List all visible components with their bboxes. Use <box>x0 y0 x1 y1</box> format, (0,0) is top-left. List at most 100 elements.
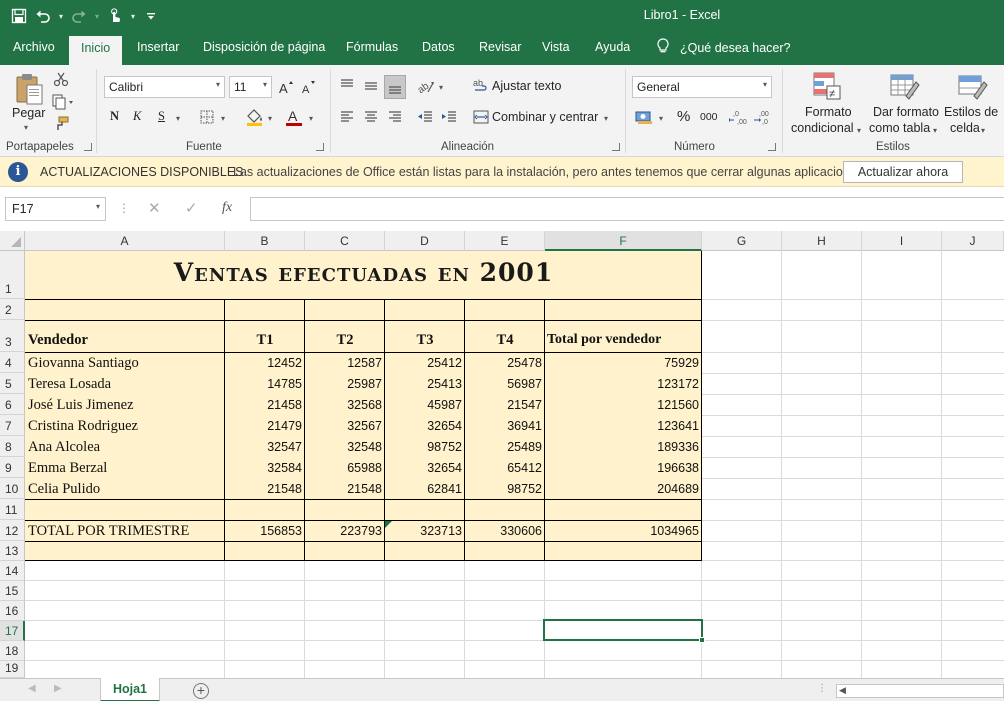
decrease-indent-icon[interactable] <box>416 108 434 126</box>
row-header-13[interactable]: 13 <box>0 541 25 561</box>
underline-dropdown-icon[interactable]: ▾ <box>176 110 180 124</box>
row-header-15[interactable]: 15 <box>0 581 25 601</box>
horizontal-scrollbar[interactable]: ◀ <box>836 684 1004 698</box>
accounting-format-icon[interactable] <box>634 107 656 127</box>
copy-icon[interactable] <box>50 93 76 111</box>
alignment-dialog-launcher-icon[interactable] <box>612 143 620 151</box>
conditional-format-label-1[interactable]: Formato <box>805 105 852 119</box>
number-format-select[interactable]: General ▾ <box>632 76 772 98</box>
align-center-icon[interactable] <box>362 108 380 126</box>
row-header-18[interactable]: 18 <box>0 641 25 661</box>
format-as-table-dropdown-icon[interactable]: ▾ <box>933 122 937 136</box>
column-header-j[interactable]: J <box>942 231 1004 251</box>
column-header-g[interactable]: G <box>702 231 782 251</box>
scroll-sheets-right-icon[interactable]: ▶ <box>54 683 62 694</box>
update-now-button[interactable]: Actualizar ahora <box>843 161 963 183</box>
error-indicator-icon[interactable] <box>385 521 392 528</box>
tab-splitter-icon[interactable]: ⋮ <box>817 683 827 694</box>
select-all-button[interactable] <box>0 231 25 251</box>
format-as-table-icon[interactable] <box>887 69 921 103</box>
row-header-6[interactable]: 6 <box>0 394 25 415</box>
column-header-d[interactable]: D <box>385 231 465 251</box>
tab-ayuda[interactable]: Ayuda <box>595 40 630 54</box>
accounting-dropdown-icon[interactable]: ▾ <box>659 110 663 124</box>
tab-formulas[interactable]: Fórmulas <box>346 40 398 54</box>
decrease-font-size-icon[interactable]: A <box>300 77 318 97</box>
fill-handle[interactable] <box>699 637 705 643</box>
align-right-icon[interactable] <box>386 108 404 126</box>
format-painter-icon[interactable] <box>52 115 70 133</box>
column-header-b[interactable]: B <box>225 231 305 251</box>
merge-center-icon[interactable] <box>472 108 490 126</box>
name-box-dropdown-icon[interactable]: ▾ <box>96 202 100 211</box>
paste-button-label[interactable]: Pegar <box>12 106 45 120</box>
fill-color-dropdown-icon[interactable]: ▾ <box>268 110 272 124</box>
tab-vista[interactable]: Vista <box>542 40 570 54</box>
format-as-table-label-2[interactable]: como tabla <box>869 121 930 135</box>
percent-style-button[interactable]: % <box>677 108 690 125</box>
align-top-icon[interactable] <box>338 77 356 95</box>
increase-decimal-icon[interactable]: ,0,00 <box>729 108 749 126</box>
italic-button[interactable]: K <box>133 109 141 124</box>
tab-inicio[interactable]: Inicio <box>69 36 123 65</box>
align-bottom-icon[interactable] <box>384 75 406 99</box>
tab-disposicion-pagina[interactable]: Disposición de página <box>203 40 325 54</box>
add-sheet-icon[interactable]: + <box>193 683 209 699</box>
bold-button[interactable]: N <box>110 109 119 124</box>
active-cell-f17[interactable] <box>543 619 703 641</box>
wrap-text-icon[interactable]: ab <box>472 77 490 95</box>
font-color-icon[interactable]: A <box>284 107 304 127</box>
comma-style-button[interactable]: 000 <box>700 111 718 123</box>
underline-button[interactable]: S <box>158 109 165 124</box>
increase-font-size-icon[interactable]: A <box>277 77 295 97</box>
format-as-table-label-1[interactable]: Dar formato <box>873 105 939 119</box>
borders-icon[interactable] <box>198 108 216 126</box>
row-header-4[interactable]: 4 <box>0 352 25 373</box>
row-header-8[interactable]: 8 <box>0 436 25 457</box>
fill-color-icon[interactable] <box>244 107 266 127</box>
tab-insertar[interactable]: Insertar <box>137 40 179 54</box>
cell-styles-icon[interactable] <box>955 69 989 103</box>
conditional-format-icon[interactable]: ≠ <box>810 69 844 103</box>
cell-styles-label-2[interactable]: celda <box>950 121 980 135</box>
column-header-h[interactable]: H <box>782 231 862 251</box>
wrap-text-button[interactable]: Ajustar texto <box>492 79 561 93</box>
clipboard-dialog-launcher-icon[interactable] <box>84 143 92 151</box>
tab-datos[interactable]: Datos <box>422 40 455 54</box>
align-left-icon[interactable] <box>338 108 356 126</box>
paste-dropdown-icon[interactable]: ▾ <box>24 119 28 133</box>
conditional-format-dropdown-icon[interactable]: ▾ <box>857 122 861 136</box>
row-header-19[interactable]: 19 <box>0 661 25 678</box>
insert-function-button[interactable]: fx <box>222 200 232 216</box>
tab-archivo[interactable]: Archivo <box>13 40 55 54</box>
row-header-10[interactable]: 10 <box>0 478 25 499</box>
conditional-format-label-2[interactable]: condicional <box>791 121 854 135</box>
row-header-7[interactable]: 7 <box>0 415 25 436</box>
row-header-1[interactable]: 1 <box>0 251 25 299</box>
row-header-14[interactable]: 14 <box>0 561 25 581</box>
row-header-2[interactable]: 2 <box>0 299 25 320</box>
row-header-17[interactable]: 17 <box>0 621 25 641</box>
paste-icon[interactable] <box>12 71 46 107</box>
cut-icon[interactable] <box>52 70 70 88</box>
column-header-i[interactable]: I <box>862 231 942 251</box>
row-header-9[interactable]: 9 <box>0 457 25 478</box>
decrease-decimal-icon[interactable]: ,00,0 <box>753 108 773 126</box>
merge-center-button[interactable]: Combinar y centrar <box>492 110 598 124</box>
align-middle-icon[interactable] <box>362 77 380 95</box>
font-dialog-launcher-icon[interactable] <box>316 143 324 151</box>
tab-revisar[interactable]: Revisar <box>479 40 521 54</box>
row-header-3[interactable]: 3 <box>0 320 25 352</box>
name-box[interactable]: F17 ▾ <box>5 197 106 221</box>
orientation-dropdown-icon[interactable]: ▾ <box>439 79 443 93</box>
number-dialog-launcher-icon[interactable] <box>768 143 776 151</box>
formula-input[interactable] <box>250 197 1004 221</box>
orientation-icon[interactable]: ab <box>416 76 436 96</box>
merge-center-dropdown-icon[interactable]: ▾ <box>604 110 608 124</box>
cell-styles-dropdown-icon[interactable]: ▾ <box>981 122 985 136</box>
font-name-select[interactable]: Calibri ▾ <box>104 76 225 98</box>
row-header-12[interactable]: 12 <box>0 520 25 541</box>
scroll-left-icon[interactable]: ◀ <box>839 685 846 696</box>
column-header-a[interactable]: A <box>25 231 225 251</box>
column-header-c[interactable]: C <box>305 231 385 251</box>
